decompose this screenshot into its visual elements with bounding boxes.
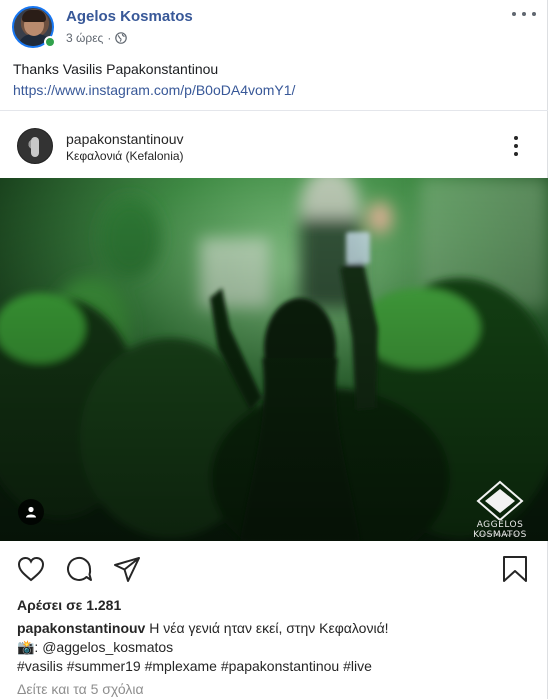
author-name[interactable]: Agelos Kosmatos [66,8,193,25]
instagram-options-icon[interactable] [513,136,519,156]
online-status-dot [44,36,56,48]
watermark-subtitle: PHOTOGRAPHY [478,532,522,537]
post-options-icon[interactable] [512,6,536,22]
caption-hashtags[interactable]: #vasilis #summer19 #mplexame #papakonsta… [17,657,537,676]
instagram-actions [0,541,548,597]
watermark-title: AGGELOS KOSMATOS [473,520,527,540]
post-caption: papakonstantinouv Η νέα γενιά ηταν εκεί,… [17,619,537,676]
post-text: Thanks Vasilis Papakonstantinou [13,61,219,77]
instagram-avatar[interactable] [17,128,53,164]
post-header: Agelos Kosmatos 3 ώρες · [12,6,536,50]
share-icon[interactable] [112,554,142,584]
caption-text: Η νέα γενιά ηταν εκεί, στην Κεφαλονιά! [145,620,389,636]
post-time[interactable]: 3 ώρες [66,31,103,45]
instagram-username[interactable]: papakonstantinouv [66,131,184,147]
caption-username[interactable]: papakonstantinouv [17,620,145,636]
comment-icon[interactable] [64,554,94,584]
bookmark-icon[interactable] [500,554,530,584]
user-tag-icon[interactable] [18,499,44,525]
instagram-link[interactable]: https://www.instagram.com/p/B0oDA4vomY1/ [13,80,295,101]
instagram-embed-header: papakonstantinouv Κεφαλονιά (Kefalonia) [0,111,548,178]
instagram-location[interactable]: Κεφαλονιά (Kefalonia) [66,149,184,163]
watermark-logo: AGGELOS KOSMATOS PHOTOGRAPHY [456,480,544,540]
view-comments-link[interactable]: Δείτε και τα 5 σχόλια [17,681,144,697]
likes-count[interactable]: Αρέσει σε 1.281 [17,597,121,613]
globe-icon[interactable] [115,32,128,44]
heart-icon[interactable] [16,554,46,584]
facebook-post: Agelos Kosmatos 3 ώρες · Thanks Vasilis … [0,0,548,699]
meta-separator: · [107,31,112,45]
post-meta: 3 ώρες · [66,31,128,45]
caption-credit[interactable]: 📸: @aggelos_kosmatos [17,638,537,657]
